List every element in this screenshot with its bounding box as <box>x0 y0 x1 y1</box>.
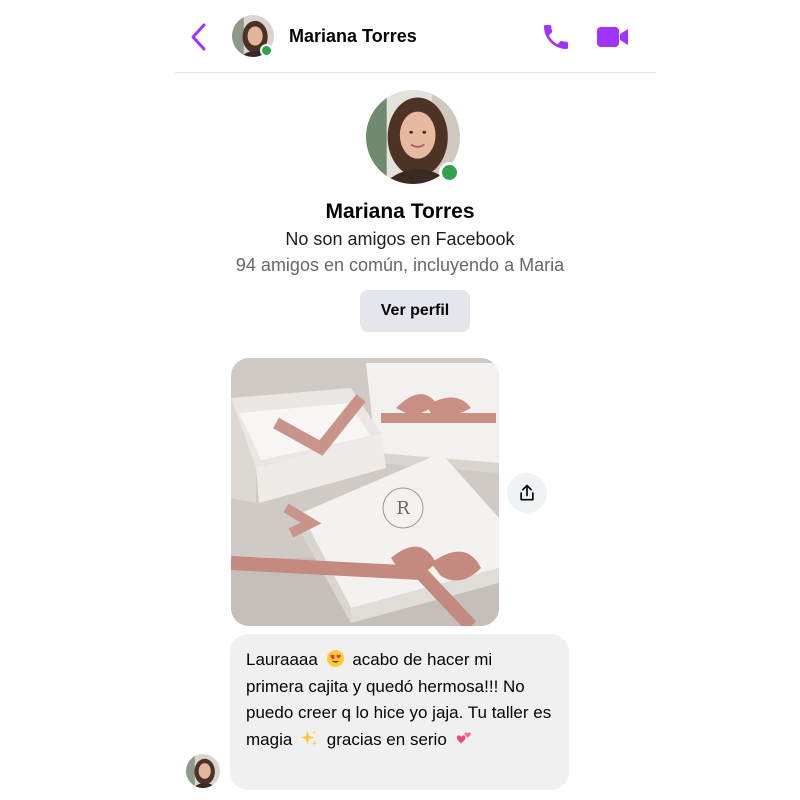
chevron-left-icon <box>191 23 206 51</box>
friend-status: No son amigos en Facebook <box>285 229 515 249</box>
chat-header: Mariana Torres <box>175 0 656 73</box>
sender-avatar[interactable] <box>186 754 220 788</box>
gift-boxes-photo: R <box>231 358 499 626</box>
svg-text:R: R <box>396 498 410 519</box>
video-call-button[interactable] <box>595 21 631 53</box>
back-button[interactable] <box>187 22 211 52</box>
header-contact-name[interactable]: Mariana Torres <box>289 26 417 47</box>
header-avatar[interactable] <box>232 15 274 57</box>
mutual-friends: 94 amigos en común, incluyendo a Maria <box>235 255 565 275</box>
profile-avatar[interactable] <box>366 90 462 186</box>
online-indicator <box>260 44 273 57</box>
share-button[interactable] <box>507 473 547 513</box>
online-indicator <box>439 162 460 183</box>
profile-name: Mariana Torres <box>325 200 475 223</box>
phone-icon <box>544 25 568 49</box>
message-text-part: gracias en serio <box>326 729 447 749</box>
share-icon <box>520 484 534 501</box>
message-text-part: Lauraaaa <box>246 650 318 669</box>
heart-eyes-emoji <box>326 649 344 668</box>
avatar <box>186 754 220 788</box>
voice-call-button[interactable] <box>540 21 572 53</box>
video-camera-icon <box>597 27 628 47</box>
view-profile-button[interactable]: Ver perfil <box>360 290 470 332</box>
message-bubble[interactable]: Lauraaaa acabo de hacer mi primera cajit… <box>230 634 569 790</box>
sparkles-emoji <box>300 729 318 746</box>
photo-message[interactable]: R <box>231 358 499 626</box>
two-hearts-emoji <box>456 731 471 743</box>
